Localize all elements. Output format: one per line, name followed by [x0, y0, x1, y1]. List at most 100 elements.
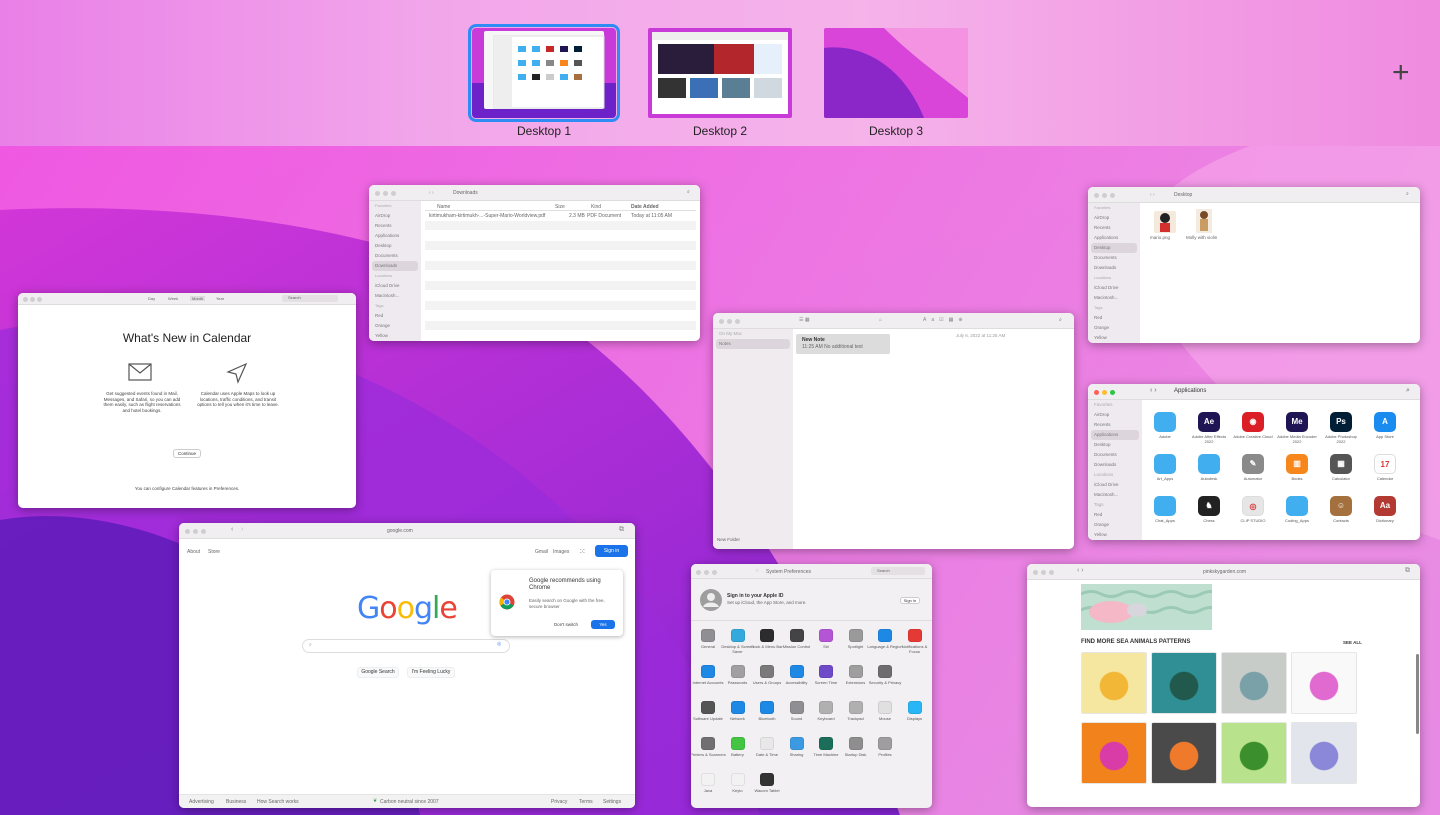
app-icon[interactable]: ▦ — [1330, 454, 1352, 474]
tabs-icon[interactable]: ⧉ — [1405, 567, 1410, 575]
preference-pane-icon[interactable] — [760, 701, 774, 714]
app-label[interactable]: Autodesk — [1189, 476, 1229, 481]
feeling-lucky-button[interactable]: I'm Feeling Lucky — [407, 667, 455, 678]
new-folder-button[interactable]: New Folder — [717, 537, 740, 542]
folder-notes[interactable]: Notes — [716, 339, 790, 349]
preference-pane-icon[interactable] — [907, 701, 922, 714]
minimize-icon[interactable] — [727, 319, 732, 324]
sidebar-item-recents[interactable]: Recents — [1088, 420, 1142, 430]
preference-pane-icon[interactable] — [701, 773, 715, 786]
desktop-2-label[interactable]: Desktop 2 — [648, 124, 792, 138]
footer-business[interactable]: Business — [226, 799, 246, 805]
close-icon[interactable] — [375, 191, 380, 196]
sidebar-item-applications[interactable]: Applications — [369, 231, 421, 241]
app-icon[interactable]: 17 — [1374, 454, 1396, 474]
scrollbar[interactable] — [1416, 654, 1419, 734]
sidebar-tag-orange[interactable]: Orange — [1088, 520, 1142, 530]
preference-pane-icon[interactable] — [789, 629, 804, 642]
sidebar-item-downloads[interactable]: Downloads — [372, 261, 418, 271]
sidebar-tag-yellow[interactable]: Yellow — [1088, 530, 1142, 540]
preference-pane-icon[interactable] — [730, 701, 745, 714]
minimize-icon[interactable] — [1102, 193, 1107, 198]
sidebar-item-airdrop[interactable]: AirDrop — [369, 211, 421, 221]
preference-pane-icon[interactable] — [789, 665, 804, 678]
preference-pane-icon[interactable] — [760, 773, 774, 786]
pattern-thumbnail[interactable] — [1291, 722, 1357, 784]
close-icon[interactable] — [1094, 390, 1099, 395]
footer-carbon-neutral[interactable]: Carbon neutral since 2007 — [380, 799, 439, 805]
search-icon[interactable]: ⌕ — [1406, 191, 1409, 197]
app-icon[interactable] — [1286, 496, 1308, 516]
trash-icon[interactable]: ⌂ — [879, 317, 882, 323]
minimize-icon[interactable] — [193, 529, 198, 534]
sidebar-item-applications[interactable]: Applications — [1091, 430, 1139, 440]
applications-finder-window[interactable]: ‹ › Applications ⌕ Favorites AirDrop Rec… — [1088, 384, 1420, 540]
preference-pane-icon[interactable] — [819, 701, 833, 714]
desktop-2-thumbnail[interactable] — [648, 28, 792, 118]
app-icon[interactable]: ◎ — [1242, 496, 1264, 516]
app-label[interactable]: Calculator — [1321, 476, 1361, 481]
address-bar[interactable]: pinkskygarden.com — [1203, 569, 1246, 575]
pattern-thumbnail[interactable] — [1291, 652, 1357, 714]
address-bar[interactable]: google.com — [387, 528, 413, 534]
close-icon[interactable] — [719, 319, 724, 324]
preference-pane-icon[interactable] — [701, 629, 715, 642]
app-label[interactable]: Chat_Apps — [1145, 518, 1185, 523]
app-icon[interactable] — [1154, 454, 1176, 474]
desktop-finder-window[interactable]: ‹ › Desktop ⌕ Favorites AirDrop Recents … — [1088, 187, 1420, 343]
preference-pane-icon[interactable] — [878, 737, 892, 750]
app-label[interactable]: Automator — [1233, 476, 1273, 481]
link-gmail[interactable]: Gmail — [535, 549, 548, 555]
preference-pane-icon[interactable] — [730, 737, 745, 750]
preference-pane-icon[interactable] — [701, 737, 715, 750]
app-icon[interactable] — [1154, 496, 1176, 516]
app-label[interactable]: Dictionary — [1365, 518, 1405, 523]
search-icon[interactable]: ⌕ — [687, 189, 690, 195]
minimize-icon[interactable] — [704, 570, 709, 575]
back-icon[interactable]: ‹ — [231, 526, 233, 533]
pattern-thumbnail[interactable] — [1151, 652, 1217, 714]
search-field[interactable]: Search — [871, 567, 925, 575]
apple-id-sign-in-button[interactable]: Sign In — [900, 597, 920, 604]
search-icon[interactable]: ⌕ — [1406, 387, 1410, 395]
show-all-icon[interactable]: ⁙ — [755, 568, 759, 574]
sidebar-tag-yellow[interactable]: Yellow — [369, 331, 421, 341]
app-label[interactable]: Adobe Media Encoder 2022 — [1277, 434, 1317, 444]
preference-pane-label[interactable]: Notifications & Focus — [897, 644, 933, 654]
preference-pane-icon[interactable] — [819, 665, 833, 678]
back-forward-icons[interactable]: ‹ › — [1077, 567, 1084, 574]
notes-window[interactable]: ☰ ▦ ⌂ Aa☑▦⊕ ⌕ On My Mac Notes New Folder… — [713, 313, 1074, 549]
app-label[interactable]: Adobe After Effects 2022 — [1189, 434, 1229, 444]
yes-button[interactable]: Yes — [591, 620, 615, 629]
search-icon[interactable]: ⌕ — [1059, 317, 1062, 323]
pattern-thumbnail[interactable] — [1221, 722, 1287, 784]
file-icon-molly[interactable] — [1196, 209, 1212, 233]
search-field[interactable]: Search — [282, 295, 338, 302]
app-label[interactable]: Art_Apps — [1145, 476, 1185, 481]
close-icon[interactable] — [1094, 193, 1099, 198]
desktop-3-thumbnail[interactable] — [824, 28, 968, 118]
file-label-molly[interactable]: Molly with violin — [1186, 235, 1217, 240]
link-store[interactable]: Store — [208, 549, 220, 555]
zoom-icon[interactable] — [735, 319, 740, 324]
search-input[interactable]: ⌕ ◎ — [302, 639, 510, 653]
google-search-button[interactable]: Google Search — [357, 667, 399, 678]
forward-icon[interactable]: › — [241, 526, 243, 533]
pattern-thumbnail[interactable] — [1151, 722, 1217, 784]
file-icon-mario[interactable] — [1154, 211, 1176, 233]
footer-how-search-works[interactable]: How Search works — [257, 799, 299, 805]
list-view-icon[interactable]: ☰ ▦ — [799, 317, 810, 323]
sidebar-item-desktop[interactable]: Desktop — [369, 241, 421, 251]
footer-advertising[interactable]: Advertising — [189, 799, 214, 805]
preference-pane-icon[interactable] — [789, 701, 804, 714]
sidebar-item-documents[interactable]: Documents — [1088, 450, 1142, 460]
preference-pane-icon[interactable] — [878, 629, 892, 642]
view-year[interactable]: Year — [216, 296, 224, 301]
app-icon[interactable]: Me — [1286, 412, 1308, 432]
sidebar-item-icloud[interactable]: iCloud Drive — [1088, 283, 1140, 293]
sidebar-item-recents[interactable]: Recents — [1088, 223, 1140, 233]
app-label[interactable]: Coding_Apps — [1277, 518, 1317, 523]
app-label[interactable]: App Store — [1365, 434, 1405, 439]
app-label[interactable]: CLIP STUDIO — [1233, 518, 1273, 523]
sidebar-tag-orange[interactable]: Orange — [369, 321, 421, 331]
